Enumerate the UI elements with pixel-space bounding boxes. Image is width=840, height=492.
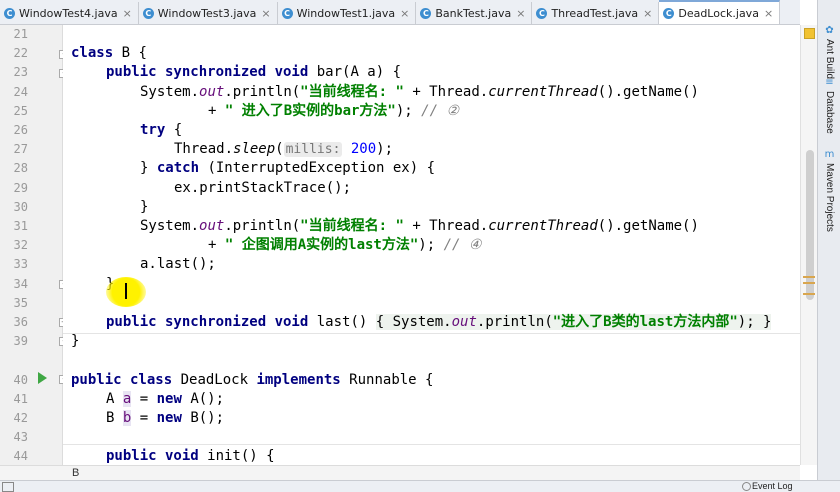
line-number: 28 [13, 161, 28, 176]
error-stripe-marker[interactable] [803, 282, 815, 284]
code-editor[interactable]: class B { public synchronized void bar(A… [63, 25, 800, 465]
line-number: 30 [13, 199, 28, 214]
line-number: 22 [13, 46, 28, 61]
text-caret [125, 283, 127, 299]
line-number: 32 [13, 238, 28, 253]
line-number: 26 [13, 123, 28, 137]
tab-windowtest4[interactable]: C WindowTest4.java × [0, 2, 139, 24]
status-bar: Event Log [0, 480, 840, 492]
line-number: 29 [13, 180, 28, 195]
right-tool-window-strip: ✿ Ant Build ≡ Database m Maven Projects [817, 0, 840, 491]
line-number: 31 [13, 219, 28, 233]
tab-banktest[interactable]: C BankTest.java × [416, 2, 533, 24]
warning-indicator-icon[interactable] [804, 28, 815, 39]
code-line-27: Thread.sleep(millis: 200); [174, 141, 393, 158]
method-separator [63, 333, 800, 334]
editor-gutter[interactable]: 21 22 23 24 25 26 27 28 29 30 31 32 33 3… [0, 25, 68, 483]
error-stripe-marker[interactable] [803, 293, 815, 295]
tab-label: WindowTest1.java [296, 6, 396, 20]
code-line-42: A a = new A(); [106, 390, 225, 407]
code-line-23: public synchronized void bar(A a) { [106, 64, 402, 81]
line-number: 24 [13, 84, 28, 99]
parameter-hint: millis: [283, 142, 343, 158]
event-log-icon[interactable] [742, 482, 751, 491]
breadcrumb: B [0, 465, 800, 480]
method-separator [63, 444, 800, 445]
tool-window-maven[interactable]: m Maven Projects [818, 150, 840, 232]
line-number: 42 [13, 411, 28, 425]
code-line-25: + " 进入了B实例的bar方法"); // ② [208, 102, 460, 119]
tool-window-database[interactable]: ≡ Database [818, 78, 840, 134]
code-line-22: class B { [71, 45, 147, 62]
line-number: 44 [13, 449, 28, 464]
line-number: 23 [13, 65, 28, 80]
code-line-41: public class DeadLock implements Runnabl… [71, 371, 434, 388]
line-number: 36 [13, 315, 28, 329]
line-number: 41 [13, 391, 28, 406]
tool-window-label: Maven Projects [824, 163, 835, 232]
code-line-33: a.last(); [140, 256, 216, 273]
java-class-icon: C [142, 7, 154, 19]
line-number: 33 [13, 257, 28, 272]
editor-tab-bar: C WindowTest4.java × C WindowTest3.java … [0, 0, 800, 25]
ant-icon: ✿ [825, 25, 834, 36]
run-class-icon[interactable] [38, 372, 47, 384]
breadcrumb-item[interactable]: B [72, 466, 79, 480]
java-class-icon: C [281, 7, 293, 19]
code-line-29: ex.printStackTrace(); [174, 179, 352, 196]
close-icon[interactable]: × [123, 7, 132, 20]
close-icon[interactable]: × [764, 7, 773, 20]
line-number: 40 [13, 372, 28, 387]
close-icon[interactable]: × [400, 7, 409, 20]
database-icon: ≡ [825, 77, 834, 88]
tab-threadtest[interactable]: C ThreadTest.java × [532, 2, 660, 24]
tab-deadlock[interactable]: C DeadLock.java × [659, 0, 781, 24]
tab-windowtest1[interactable]: C WindowTest1.java × [278, 2, 417, 24]
tool-window-label: Ant Build [824, 39, 835, 80]
code-line-43: B b = new B(); [106, 410, 225, 426]
line-number: 34 [13, 276, 28, 291]
code-line-32: + " 企图调用A实例的last方法"); // ④ [208, 237, 482, 254]
line-number: 21 [13, 27, 28, 41]
tool-window-ant-build[interactable]: ✿ Ant Build [818, 25, 840, 80]
code-line-24: System.out.println("当前线程名: " + Thread.cu… [140, 83, 699, 100]
code-line-26: try { [140, 122, 183, 138]
line-number: 25 [13, 103, 28, 118]
line-number: 27 [13, 142, 28, 157]
code-line-28: } catch (InterruptedException ex) { [140, 160, 436, 177]
tab-label: WindowTest3.java [157, 6, 257, 20]
code-line-45: public void init() { [106, 448, 275, 465]
error-stripe-marker[interactable] [803, 276, 815, 278]
tool-window-label: Database [824, 91, 835, 134]
close-icon[interactable]: × [516, 7, 525, 20]
line-number: 43 [13, 430, 28, 445]
tab-windowtest3[interactable]: C WindowTest3.java × [139, 2, 278, 24]
line-number: 35 [13, 295, 28, 310]
java-class-icon: C [420, 7, 432, 19]
code-line-30: } [140, 198, 149, 215]
tab-label: DeadLock.java [678, 6, 759, 20]
close-icon[interactable]: × [261, 7, 270, 20]
folded-method-body[interactable]: { System.out.println("进入了B类的last方法内部"); … [375, 314, 772, 330]
code-line-31: System.out.println("当前线程名: " + Thread.cu… [140, 218, 699, 234]
maven-icon: m [824, 149, 835, 160]
event-log-button[interactable]: Event Log [752, 481, 793, 491]
java-class-icon: C [536, 7, 548, 19]
tab-label: WindowTest4.java [19, 6, 118, 20]
close-icon[interactable]: × [643, 7, 652, 20]
tab-label: BankTest.java [435, 6, 512, 20]
code-line-36: public synchronized void last() { System… [106, 314, 772, 330]
code-line-39: } [71, 333, 80, 350]
java-class-icon: C [663, 7, 675, 19]
tab-label: ThreadTest.java [551, 6, 639, 20]
java-class-icon: C [4, 7, 15, 19]
line-number: 39 [13, 334, 28, 349]
